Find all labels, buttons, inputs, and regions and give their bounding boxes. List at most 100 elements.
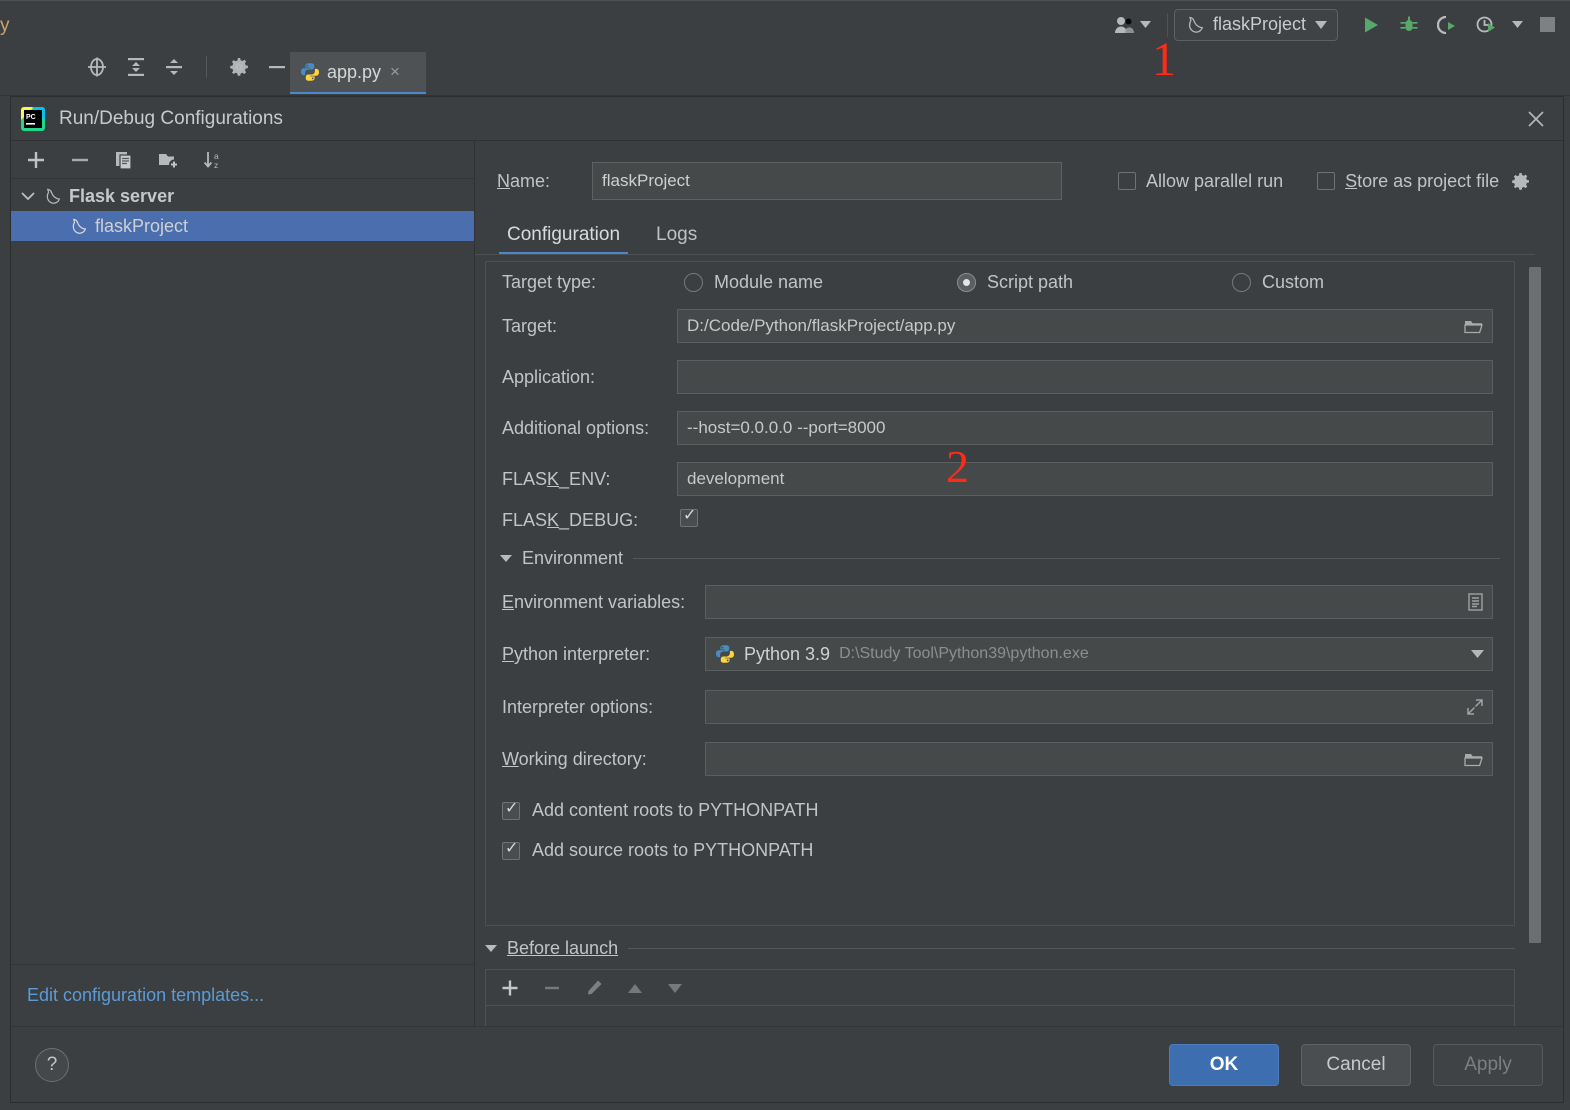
before-launch-task-list-box [485, 969, 1515, 1026]
python-interpreter-dropdown[interactable]: Python 3.9 D:\Study Tool\Python39\python… [705, 637, 1493, 671]
tree-item-label: flaskProject [95, 216, 188, 237]
environment-variables-label-row: Environment variables: [502, 592, 685, 613]
working-directory-input[interactable] [705, 742, 1493, 776]
annotation-marker-1: 1 [1152, 36, 1176, 84]
python-interpreter-path: D:\Study Tool\Python39\python.exe [839, 645, 1089, 663]
checkbox-box [502, 802, 520, 820]
target-value: D:/Code/Python/flaskProject/app.py [687, 316, 955, 336]
name-row: Name: Allow parallel run SStore as proje… [475, 153, 1563, 209]
radio-button [957, 273, 976, 292]
flask-debug-checkbox[interactable] [680, 509, 698, 527]
application-input[interactable] [677, 360, 1493, 394]
environment-section-header[interactable]: Environment [500, 548, 1500, 569]
sort-az-icon[interactable]: a z [202, 149, 225, 171]
dialog-footer: ? OK Cancel Apply [11, 1026, 1563, 1102]
scrollbar-thumb[interactable] [1529, 267, 1541, 943]
expand-arrows-icon[interactable] [1466, 698, 1484, 716]
before-launch-section: Before launch [485, 928, 1515, 1026]
radio-module-name[interactable]: Module name [684, 272, 823, 293]
collapse-all-icon[interactable] [164, 56, 184, 78]
before-launch-title: Before launch [507, 938, 618, 959]
before-launch-task-list[interactable] [486, 1006, 1514, 1026]
pencil-icon [584, 978, 604, 998]
before-launch-header[interactable]: Before launch [485, 938, 1515, 959]
gear-icon[interactable] [1511, 172, 1530, 191]
settings-gear-icon[interactable] [229, 57, 249, 77]
plus-icon[interactable] [25, 149, 47, 171]
close-icon[interactable] [1523, 106, 1549, 132]
add-content-roots-checkbox[interactable]: Add content roots to PYTHONPATH [502, 800, 818, 821]
radio-custom[interactable]: Custom [1232, 272, 1324, 293]
tree-group-flask-server[interactable]: Flask server [11, 181, 474, 211]
close-icon[interactable]: × [390, 62, 400, 82]
target-label: Target: [502, 316, 557, 337]
environment-variables-input[interactable] [705, 585, 1493, 619]
editor-tab-app-py[interactable]: app.py × [290, 52, 426, 94]
hide-minus-icon[interactable] [267, 57, 287, 77]
folder-browse-icon[interactable] [1464, 751, 1484, 767]
tree-item-flaskproject[interactable]: flaskProject [11, 211, 474, 241]
name-input[interactable] [592, 162, 1062, 200]
folder-add-icon[interactable] [157, 149, 180, 171]
run-with-coverage-button[interactable] [1428, 15, 1467, 35]
tab-logs[interactable]: Logs [638, 224, 715, 255]
python-interpreter-label-row: Python interpreter: [502, 644, 650, 665]
ok-button[interactable]: OK [1169, 1044, 1279, 1086]
radio-script-path[interactable]: Script path [957, 272, 1073, 293]
python-interpreter-value: Python 3.9 [744, 644, 830, 665]
target-locate-icon[interactable] [86, 56, 108, 78]
stop-button[interactable] [1529, 16, 1570, 33]
configuration-scrollbar[interactable] [1529, 261, 1541, 926]
minus-icon [542, 978, 562, 998]
edit-configuration-templates-link[interactable]: Edit configuration templates... [27, 985, 264, 1006]
flask-debug-label-row: FLASK_DEBUG: [502, 510, 638, 531]
svg-text:z: z [214, 160, 218, 170]
working-directory-label: Working directory: [502, 749, 647, 770]
target-type-label: Target type: [502, 272, 596, 293]
profile-button[interactable] [1467, 15, 1506, 35]
radio-script-path-label: Script path [987, 272, 1073, 293]
help-button[interactable]: ? [35, 1048, 69, 1082]
edit-list-icon[interactable] [1467, 593, 1484, 612]
add-source-roots-checkbox[interactable]: Add source roots to PYTHONPATH [502, 840, 813, 861]
chevron-down-icon[interactable] [21, 191, 35, 201]
working-directory-label-row: Working directory: [502, 749, 647, 770]
flask-icon [1185, 15, 1204, 34]
folder-browse-icon[interactable] [1464, 318, 1484, 334]
checkbox-box [1118, 172, 1136, 190]
user-avatar-icon [1114, 15, 1136, 35]
left-panel-footer: Edit configuration templates... [11, 964, 474, 1026]
additional-options-input[interactable]: --host=0.0.0.0 --port=8000 [677, 411, 1493, 445]
run-button[interactable] [1352, 15, 1390, 35]
stop-square-icon [1539, 16, 1556, 33]
dialog-body: a z Flask server [11, 141, 1563, 1026]
minus-icon[interactable] [69, 149, 91, 171]
configuration-right-panel: Name: Allow parallel run SStore as proje… [475, 141, 1563, 1026]
target-type-row: Target type: [502, 272, 596, 293]
flask-icon [69, 217, 87, 235]
plus-icon[interactable] [500, 978, 520, 998]
allow-parallel-run-checkbox[interactable]: Allow parallel run [1118, 171, 1283, 192]
apply-button: Apply [1433, 1044, 1543, 1086]
profile-dropdown-button[interactable] [1506, 21, 1529, 28]
user-avatar-button[interactable] [1104, 15, 1161, 35]
store-as-project-file-checkbox[interactable]: SStore as project filetore as project fi… [1317, 171, 1530, 192]
run-configuration-selector[interactable]: flaskProject [1174, 9, 1338, 41]
breadcrumb: y [0, 15, 10, 37]
copy-icon[interactable] [113, 149, 135, 171]
checkbox-box [502, 842, 520, 860]
target-input[interactable]: D:/Code/Python/flaskProject/app.py [677, 309, 1493, 343]
flask-env-value: development [687, 469, 784, 489]
ide-editor-tabstrip: app.py × [0, 48, 1570, 96]
cancel-button[interactable]: Cancel [1301, 1044, 1411, 1086]
configurations-left-panel: a z Flask server [11, 141, 475, 1026]
debug-button[interactable] [1390, 15, 1428, 35]
structure-toolbar [86, 56, 287, 78]
chevron-down-icon[interactable] [1471, 650, 1484, 658]
tab-configuration[interactable]: Configuration [489, 224, 638, 255]
interpreter-options-input[interactable] [705, 690, 1493, 724]
expand-all-icon[interactable] [126, 56, 146, 78]
add-source-roots-label: Add source roots to PYTHONPATH [532, 840, 813, 861]
dialog-titlebar: PC Run/Debug Configurations [11, 97, 1563, 141]
flask-env-input[interactable]: development [677, 462, 1493, 496]
